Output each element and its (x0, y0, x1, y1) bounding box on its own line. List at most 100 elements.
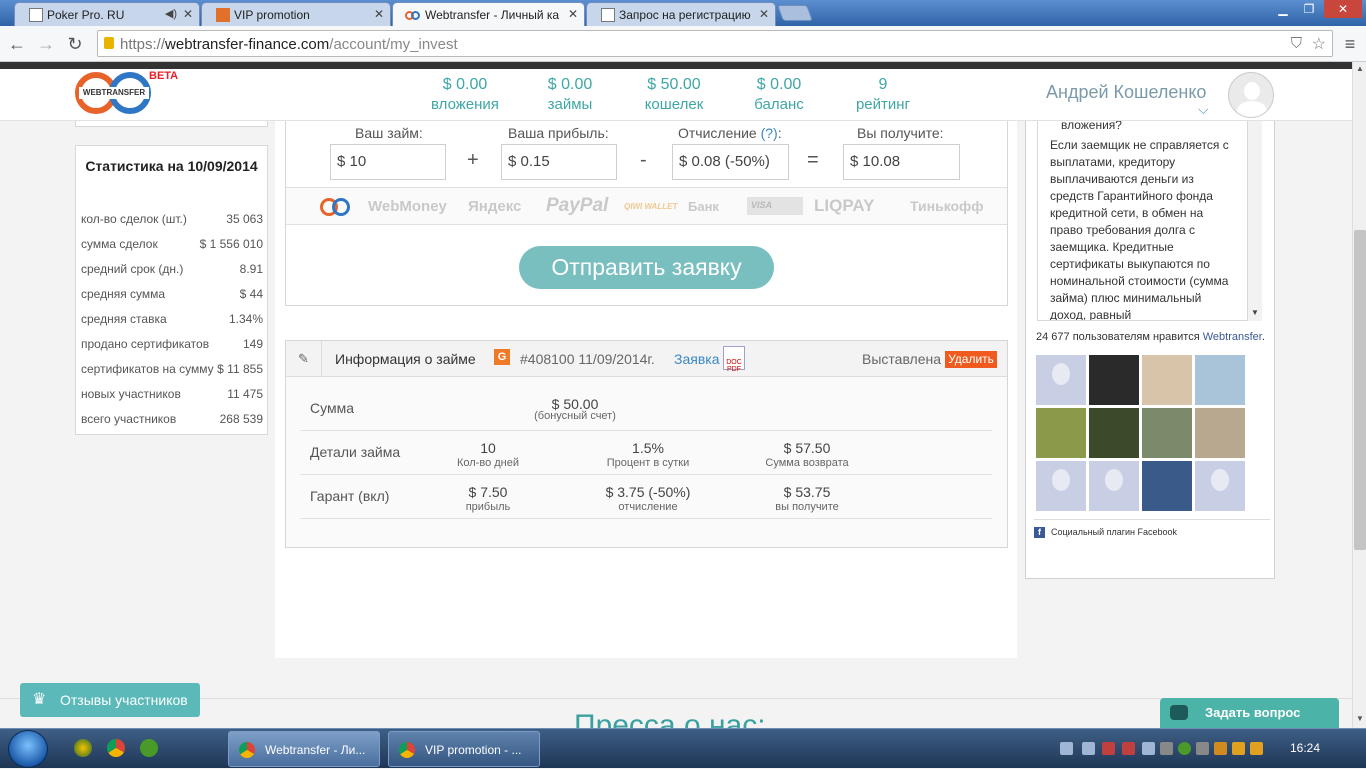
page-scrollbar[interactable]: ▲ ▼ (1352, 62, 1366, 728)
tab-vip-promotion[interactable]: VIP promotion ✕ (201, 2, 391, 26)
chrome-icon (399, 742, 415, 758)
pdf-document-icon[interactable]: DOC PDF (723, 346, 745, 373)
fan-avatar[interactable] (1142, 461, 1192, 511)
utorrent-icon[interactable] (140, 739, 158, 757)
fan-avatar[interactable] (1195, 408, 1245, 458)
pencil-icon[interactable]: ✎ (286, 341, 322, 377)
shield-icon[interactable]: ⛉ (1291, 35, 1302, 52)
fan-avatar[interactable] (1142, 355, 1192, 405)
days-value: 10 (480, 440, 496, 456)
receive-label: Вы получите: (857, 125, 944, 141)
fan-avatar[interactable] (1036, 408, 1086, 458)
tray-icon[interactable] (1122, 742, 1135, 755)
tray-icon[interactable] (1102, 742, 1115, 755)
fan-avatar[interactable] (1195, 461, 1245, 511)
new-tab-button[interactable] (777, 5, 813, 21)
tray-icon[interactable] (1060, 742, 1073, 755)
scroll-down-arrow-icon[interactable]: ▼ (1251, 308, 1259, 317)
window-close-button[interactable]: ✕ (1324, 0, 1362, 18)
fee-input[interactable]: $ 0.08 (-50%) (672, 144, 789, 180)
tray-icon[interactable] (1250, 742, 1263, 755)
fan-avatar[interactable] (1036, 461, 1086, 511)
stat-balance[interactable]: $ 0.00 баланс (739, 76, 819, 113)
media-player-icon[interactable] (74, 739, 92, 757)
loan-amount-input[interactable]: $ 10 (330, 144, 446, 180)
stat-value: $ 0.00 (756, 76, 802, 93)
guarantee-profit: $ 7.50 прибыль (408, 484, 568, 513)
menu-icon[interactable]: ≡ (1338, 32, 1362, 56)
section-divider (0, 698, 1352, 699)
close-icon[interactable]: ✕ (374, 7, 384, 21)
close-icon[interactable]: ✕ (183, 7, 193, 21)
facebook-brand-link[interactable]: Webtransfer (1203, 331, 1262, 343)
loan-daily-rate: 1.5% Процент в сутки (568, 440, 728, 469)
return-value: $ 57.50 (783, 440, 831, 456)
ask-question-button[interactable]: Задать вопрос (1160, 698, 1339, 728)
back-button[interactable]: ← (5, 32, 29, 56)
reviews-button[interactable]: ♛ Отзывы участников (20, 683, 200, 717)
bookmark-star-icon[interactable]: ☆ (1312, 34, 1326, 54)
fan-avatar[interactable] (1089, 355, 1139, 405)
tray-icon[interactable] (1232, 742, 1245, 755)
browser-toolbar: ← → ↻ https://webtransfer-finance.com/ac… (0, 26, 1366, 62)
speaker-icon[interactable]: ◀) (165, 7, 177, 20)
clock[interactable]: 16:24 (1290, 741, 1320, 755)
divider (300, 474, 992, 475)
fan-avatar[interactable] (1036, 355, 1086, 405)
scrollbar-thumb[interactable] (1354, 230, 1366, 550)
send-request-button[interactable]: Отправить заявку (519, 246, 774, 289)
webtransfer-logo[interactable]: WEBTRANSFER BETA (75, 70, 178, 114)
maximize-button[interactable]: ❐ (1296, 0, 1322, 18)
faq-scrollbar[interactable]: ▼ (1248, 121, 1262, 321)
taskbar-item-webtransfer[interactable]: Webtransfer - Ли... (228, 731, 380, 767)
faq-answer-box[interactable]: вложения? Если заемщик не справляется с … (1037, 121, 1248, 321)
tray-icon[interactable] (1214, 742, 1227, 755)
rate-value: 1.5% (632, 440, 664, 456)
avatar[interactable] (1228, 72, 1274, 118)
fan-avatar[interactable] (1195, 355, 1245, 405)
stat-row-label: средняя сумма (81, 287, 166, 301)
profit-input[interactable]: $ 0.15 (501, 144, 617, 180)
faq-question-tail: вложения? (1061, 121, 1122, 132)
close-icon[interactable]: ✕ (759, 7, 769, 21)
chrome-icon[interactable] (107, 739, 125, 757)
tab-webtransfer[interactable]: Webtransfer - Личный ка ✕ (392, 2, 585, 26)
forward-button[interactable]: → (34, 32, 58, 56)
utorrent-tray-icon[interactable] (1178, 742, 1191, 755)
taskbar-item-vip-promotion[interactable]: VIP promotion - ... (388, 731, 540, 767)
stat-row-value: 11 475 (227, 387, 263, 401)
tab-registration-request[interactable]: Запрос на регистрацию ✕ (586, 2, 776, 26)
page-viewport: WEBTRANSFER BETA $ 0.00 вложения $ 0.00 … (0, 69, 1352, 728)
reload-button[interactable]: ↻ (63, 32, 87, 56)
fan-avatar[interactable] (1089, 461, 1139, 511)
stat-row: кол-во сделок (шт.) 35 063 (81, 212, 263, 226)
url-path: /account/my_invest (329, 36, 458, 53)
fan-avatar[interactable] (1142, 408, 1192, 458)
delete-button[interactable]: Удалить (945, 351, 997, 368)
start-button[interactable] (8, 730, 48, 768)
fee-help-link[interactable]: (?) (761, 125, 778, 141)
user-name[interactable]: Андрей Кошеленко (1046, 82, 1206, 103)
tab-poker-pro[interactable]: Poker Pro. RU ◀) ✕ (14, 2, 200, 26)
tray-icon[interactable] (1196, 742, 1209, 755)
stat-investments[interactable]: $ 0.00 вложения (425, 76, 505, 113)
browser-tab-strip: Poker Pro. RU ◀) ✕ VIP promotion ✕ Webtr… (0, 0, 1366, 26)
tray-icon[interactable] (1082, 742, 1095, 755)
stat-wallet[interactable]: $ 50.00 кошелек (634, 76, 714, 113)
fan-avatar[interactable] (1089, 408, 1139, 458)
request-link[interactable]: Заявка (674, 351, 719, 367)
scroll-down-arrow-icon[interactable]: ▼ (1353, 714, 1366, 723)
address-bar[interactable]: https://webtransfer-finance.com/account/… (97, 30, 1333, 57)
facebook-plugin-label[interactable]: Социальный плагин Facebook (1051, 527, 1177, 537)
tray-icon[interactable] (1142, 742, 1155, 755)
scroll-up-arrow-icon[interactable]: ▲ (1353, 64, 1366, 73)
page-icon (601, 8, 615, 22)
stat-loans[interactable]: $ 0.00 займы (530, 76, 610, 113)
tray-icon[interactable] (1160, 742, 1173, 755)
close-icon[interactable]: ✕ (568, 7, 578, 21)
minimize-button[interactable]: ▁ (1270, 0, 1296, 18)
guarantee-label: Гарант (вкл) (310, 488, 390, 504)
stat-rating[interactable]: 9 рейтинг (843, 76, 923, 113)
receive-input[interactable]: $ 10.08 (843, 144, 960, 180)
chevron-down-icon[interactable]: ⌵ (1198, 101, 1209, 118)
